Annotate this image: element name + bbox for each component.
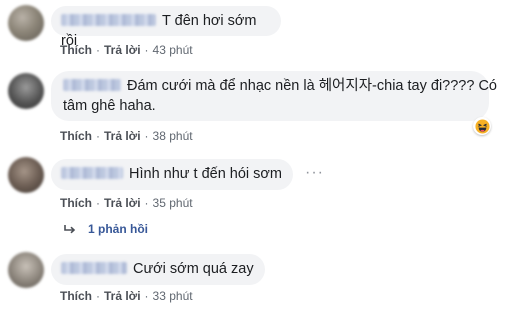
comment-actions: Thích · Trả lời · 43 phút (60, 43, 193, 57)
replies-count: 1 phản hồi (88, 222, 148, 236)
avatar[interactable] (8, 5, 44, 41)
like-link[interactable]: Thích (60, 289, 92, 303)
separator-dot: · (96, 289, 100, 303)
timestamp[interactable]: 43 phút (153, 43, 193, 57)
comment-text-line-1: Đám cưới mà để nhạc nền là 헤어지자-chia tay… (127, 78, 497, 94)
comment-text: Cưới sớm quá zay (133, 261, 254, 277)
more-options-icon[interactable]: ··· (305, 164, 324, 182)
separator-dot: · (144, 129, 149, 143)
separator-dot: · (144, 196, 149, 210)
view-replies-link[interactable]: 1 phản hồi (64, 222, 148, 236)
comment-text-line-2: tâm ghê haha. (63, 98, 156, 114)
comment-bubble: T đên hơi sớm rồi (51, 6, 281, 49)
reply-link[interactable]: Trả lời (104, 129, 141, 143)
avatar[interactable] (8, 73, 44, 109)
like-link[interactable]: Thích (60, 43, 92, 57)
comment-bubble: Đám cưới mà để nhạc nền là 헤어지자-chia tay… (51, 71, 497, 121)
reaction-badge[interactable] (473, 117, 491, 135)
separator-dot: · (96, 196, 100, 210)
reply-link[interactable]: Trả lời (104, 289, 141, 303)
comment-actions: Thích · Trả lời · 35 phút (60, 196, 193, 210)
timestamp[interactable]: 38 phút (153, 129, 193, 143)
separator-dot: · (144, 289, 149, 303)
separator-dot: · (96, 43, 100, 57)
timestamp[interactable]: 35 phút (153, 196, 193, 210)
haha-emoji-icon (474, 118, 490, 134)
timestamp[interactable]: 33 phút (153, 289, 193, 303)
reply-link[interactable]: Trả lời (104, 43, 141, 57)
commenter-name-blurred[interactable] (61, 167, 123, 179)
comment-bubble: Hình như t đến hói sơm (51, 159, 293, 190)
reply-arrow-icon (64, 225, 76, 234)
like-link[interactable]: Thích (60, 196, 92, 210)
comment-text: Hình như t đến hói sơm (129, 166, 283, 182)
like-link[interactable]: Thích (60, 129, 92, 143)
commenter-name-blurred[interactable] (63, 79, 121, 91)
avatar[interactable] (8, 157, 44, 193)
commenter-name-blurred[interactable] (61, 262, 127, 274)
comment-line-1: Đám cưới mà để nhạc nền là 헤어지자-chia tay… (63, 76, 497, 96)
reply-link[interactable]: Trả lời (104, 196, 141, 210)
commenter-name-blurred[interactable] (61, 14, 156, 26)
avatar[interactable] (8, 252, 44, 288)
separator-dot: · (144, 43, 149, 57)
separator-dot: · (96, 129, 100, 143)
comment-actions: Thích · Trả lời · 38 phút (60, 129, 193, 143)
comment-bubble: Cưới sớm quá zay (51, 254, 265, 285)
comment-actions: Thích · Trả lời · 33 phút (60, 289, 193, 303)
